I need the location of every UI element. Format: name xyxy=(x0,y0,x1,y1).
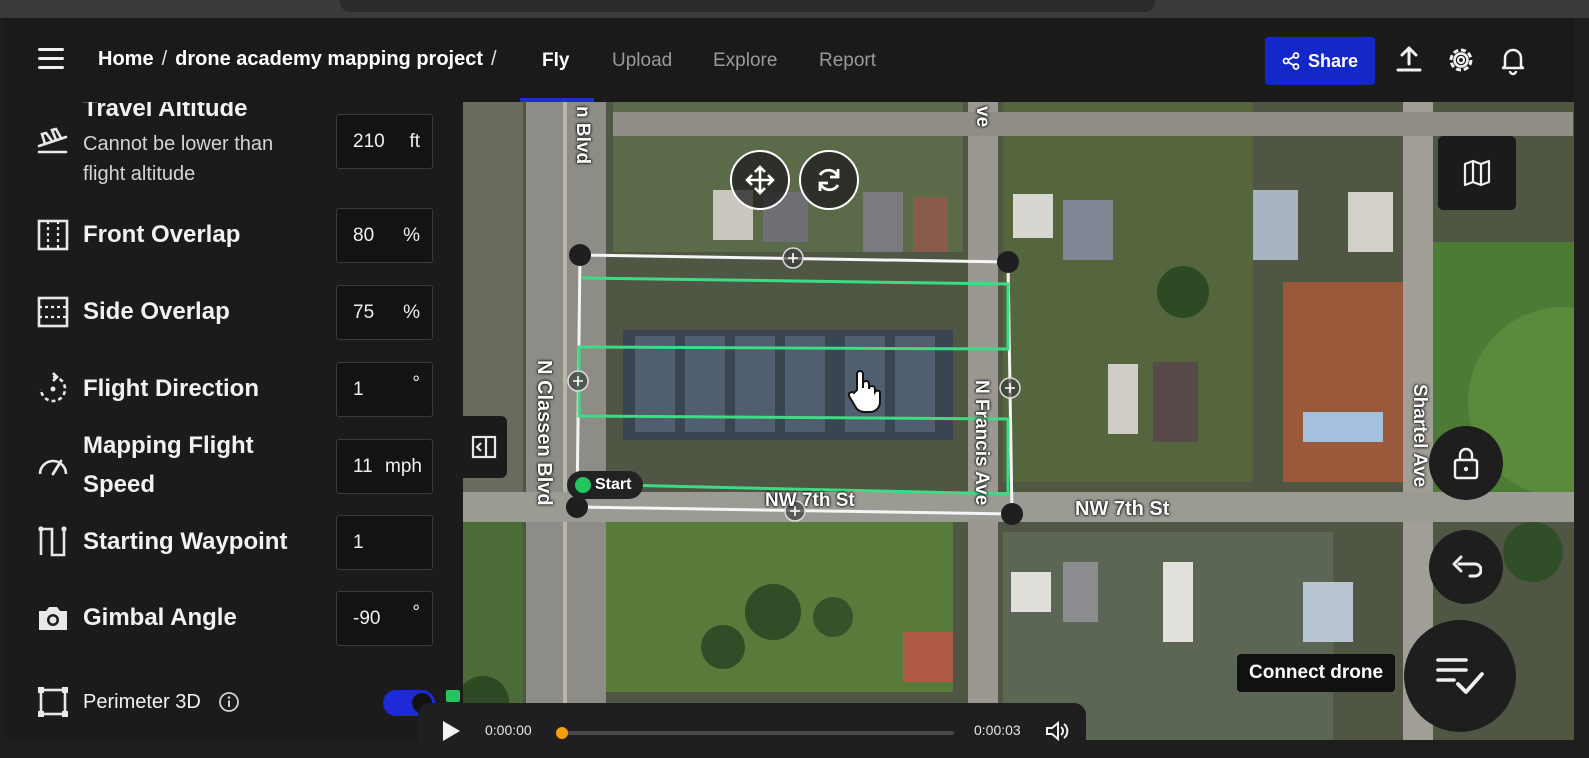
starting-waypoint-label: Starting Waypoint xyxy=(83,528,288,555)
front-overlap-input[interactable]: 80 % xyxy=(336,208,433,263)
mapping-speed-input[interactable]: 11 mph xyxy=(336,439,433,494)
gimbal-angle-label: Gimbal Angle xyxy=(83,604,237,631)
street-label-classen: N Classen Blvd xyxy=(533,360,555,506)
tab-fly[interactable]: Fly xyxy=(542,50,569,72)
gimbal-angle-value: -90 xyxy=(353,608,381,629)
flight-settings-panel: Travel Altitude Cannot be lower than fli… xyxy=(4,102,463,740)
street-label-shartel: Shartel Ave xyxy=(1409,384,1430,488)
rotate-area-button[interactable] xyxy=(799,150,859,210)
travel-altitude-label: Travel Altitude xyxy=(83,102,248,122)
gear-icon[interactable] xyxy=(1445,44,1477,76)
waypoint-icon xyxy=(38,526,67,557)
upload-icon[interactable] xyxy=(1393,44,1425,76)
side-overlap-value: 75 xyxy=(353,302,375,323)
share-button[interactable]: Share xyxy=(1265,37,1375,85)
rotate-icon xyxy=(39,372,67,403)
info-icon[interactable] xyxy=(218,691,240,713)
mapping-speed-value: 11 xyxy=(353,456,373,477)
starting-waypoint-value: 1 xyxy=(353,532,364,553)
start-label: Start xyxy=(595,476,632,493)
travel-altitude-unit: ft xyxy=(409,131,420,152)
toggle-status-chip xyxy=(446,690,460,702)
rotate-icon xyxy=(818,168,840,192)
checklist-icon xyxy=(1436,658,1484,694)
player-total-time: 0:00:03 xyxy=(974,722,1021,738)
starting-waypoint-input[interactable]: 1 xyxy=(336,515,433,570)
move-area-button[interactable] xyxy=(730,150,790,210)
camera-icon xyxy=(39,607,67,630)
breadcrumb-home[interactable]: Home xyxy=(98,48,154,71)
tab-report[interactable]: Report xyxy=(819,50,876,72)
gimbal-angle-input[interactable]: -90 ° xyxy=(336,591,433,646)
map-view[interactable]: n Blvd N Classen Blvd ve N Francis Ave N… xyxy=(463,102,1574,740)
plane-takeoff-icon xyxy=(37,127,68,154)
breadcrumb: Home / drone academy mapping project / xyxy=(98,48,497,71)
share-label: Share xyxy=(1307,50,1359,71)
flight-direction-unit: ° xyxy=(412,373,420,394)
breadcrumb-project[interactable]: drone academy mapping project xyxy=(175,48,483,71)
flight-direction-value: 1 xyxy=(353,379,364,400)
menu-icon[interactable] xyxy=(38,48,64,70)
front-overlap-icon xyxy=(37,219,69,251)
start-waypoint-marker[interactable]: Start xyxy=(567,471,644,499)
connect-drone-tooltip: Connect drone xyxy=(1237,654,1396,692)
browser-address-bar[interactable] xyxy=(340,0,1155,12)
tab-upload[interactable]: Upload xyxy=(612,50,672,72)
mapping-speed-unit: mph xyxy=(385,456,422,477)
travel-altitude-input[interactable]: 210 ft xyxy=(336,114,433,169)
app-window: Home / drone academy mapping project / F… xyxy=(4,18,1574,740)
gimbal-angle-unit: ° xyxy=(412,602,420,623)
map-layers-icon xyxy=(1463,159,1491,187)
collapse-panel-icon xyxy=(471,435,497,459)
player-progress-track[interactable] xyxy=(560,731,954,735)
collapse-panel-button[interactable] xyxy=(463,416,507,478)
flight-direction-label: Flight Direction xyxy=(83,375,259,402)
move-icon xyxy=(745,165,775,195)
browser-top-strip xyxy=(0,0,1589,18)
undo-button[interactable] xyxy=(1429,530,1503,604)
street-label-nw7-left: NW 7th St xyxy=(765,490,855,511)
lock-button[interactable] xyxy=(1429,426,1503,500)
side-overlap-unit: % xyxy=(403,302,420,323)
speedometer-icon xyxy=(38,459,68,476)
volume-icon[interactable] xyxy=(1045,720,1069,742)
share-icon xyxy=(1282,52,1300,70)
breadcrumb-separator: / xyxy=(161,48,168,70)
mapping-speed-label-line1: Mapping Flight xyxy=(83,432,254,459)
flight-direction-input[interactable]: 1 ° xyxy=(336,362,433,417)
undo-icon xyxy=(1452,555,1482,578)
travel-altitude-hint-line2: flight altitude xyxy=(83,163,196,185)
hand-cursor-icon xyxy=(847,370,881,413)
player-current-time: 0:00:00 xyxy=(485,722,532,738)
bell-icon[interactable] xyxy=(1497,44,1529,76)
mapping-speed-label-line2: Speed xyxy=(83,471,156,498)
perimeter-3d-label: Perimeter 3D xyxy=(83,691,201,713)
side-overlap-input[interactable]: 75 % xyxy=(336,285,433,340)
travel-altitude-hint-line1: Cannot be lower than xyxy=(83,133,274,155)
front-overlap-unit: % xyxy=(403,225,420,246)
street-label-francis: N Francis Ave xyxy=(971,380,992,506)
tab-explore[interactable]: Explore xyxy=(713,50,777,72)
square-icon xyxy=(38,687,68,717)
front-overlap-value: 80 xyxy=(353,225,375,246)
travel-altitude-value: 210 xyxy=(353,131,385,152)
connect-drone-button[interactable] xyxy=(1404,620,1516,732)
player-scrub-handle[interactable] xyxy=(556,727,568,739)
street-label-francis-top: ve xyxy=(972,106,993,128)
side-overlap-icon xyxy=(37,296,69,328)
front-overlap-label: Front Overlap xyxy=(83,221,241,248)
street-label-classen-top: n Blvd xyxy=(572,106,593,165)
play-icon[interactable] xyxy=(440,719,462,743)
street-label-nw7-right: NW 7th St xyxy=(1075,498,1170,520)
lock-icon xyxy=(1453,447,1479,480)
top-header: Home / drone academy mapping project / F… xyxy=(4,18,1574,102)
side-overlap-label: Side Overlap xyxy=(83,298,230,325)
map-layers-button[interactable] xyxy=(1438,136,1516,210)
start-dot xyxy=(575,477,591,493)
video-player-bar: 0:00:00 0:00:03 xyxy=(418,703,1086,758)
breadcrumb-separator: / xyxy=(491,48,497,70)
